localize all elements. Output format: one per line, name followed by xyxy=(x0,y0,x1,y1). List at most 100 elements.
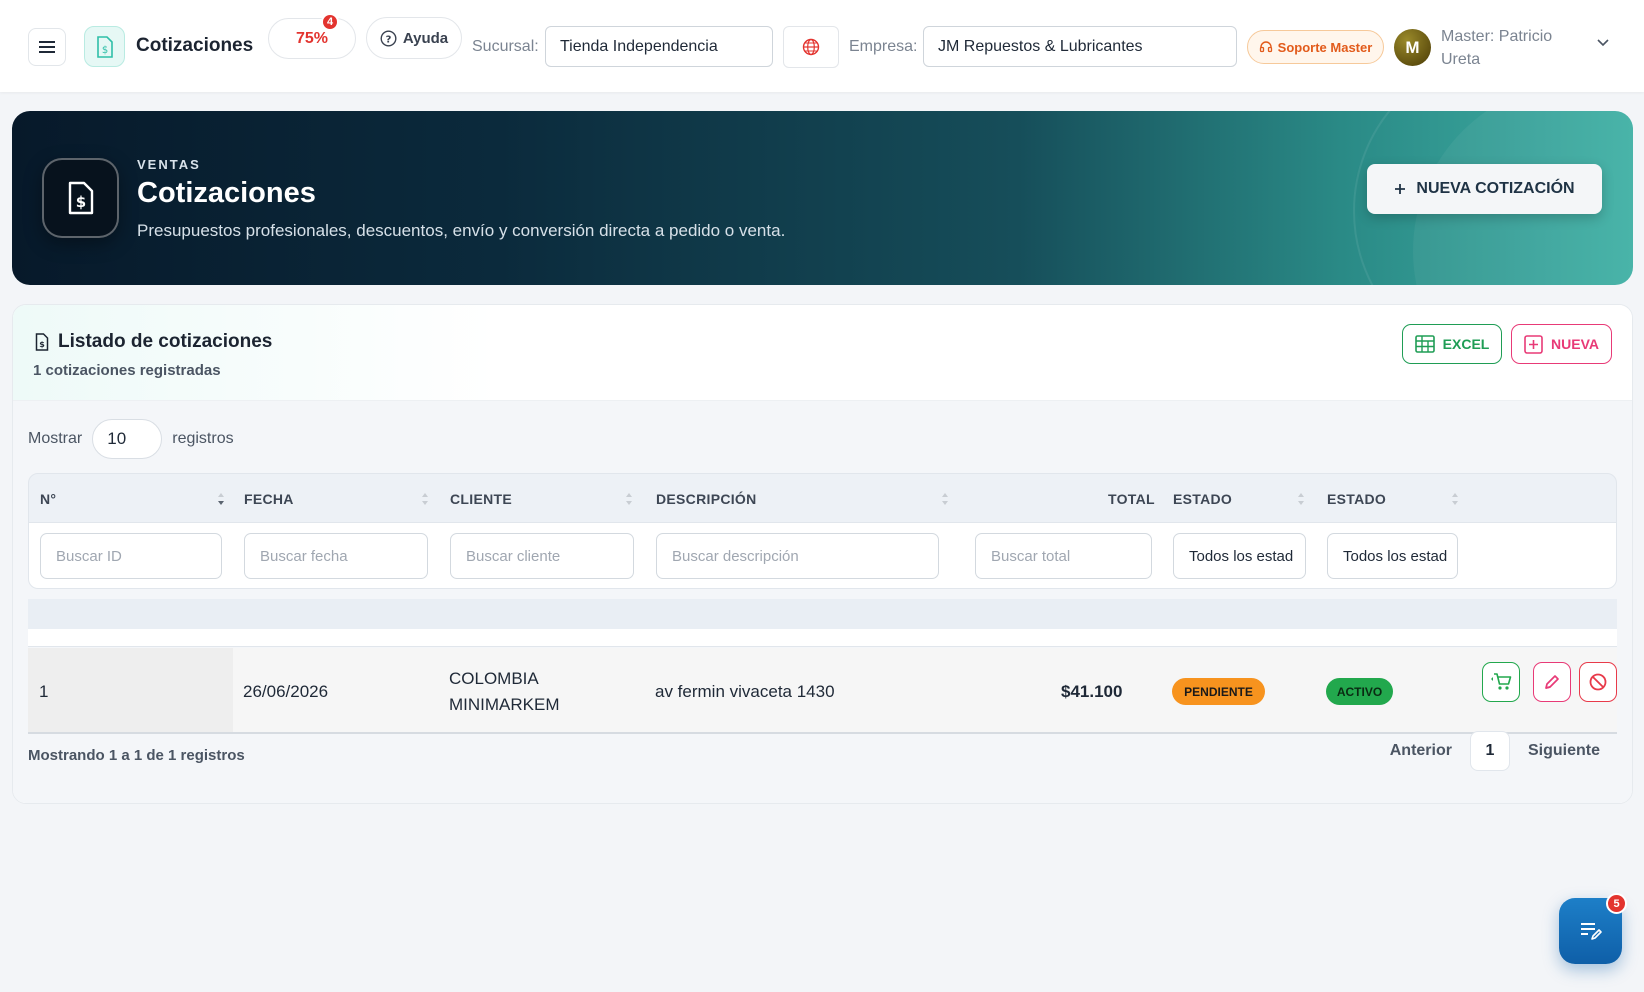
document-dollar-icon: $ xyxy=(35,333,49,351)
empresa-select[interactable]: JM Repuestos & Lubricantes xyxy=(923,26,1237,67)
row-id: 1 xyxy=(39,682,49,701)
column-header-date[interactable]: FECHA xyxy=(244,491,294,507)
user-name[interactable]: Master: Patricio Ureta xyxy=(1441,25,1571,71)
sort-icon[interactable] xyxy=(940,490,950,508)
top-bar: $ Cotizaciones 75% 4 ? Ayuda Sucursal: T… xyxy=(0,0,1644,92)
pencil-icon xyxy=(1545,675,1559,689)
spreadsheet-icon xyxy=(1414,335,1435,353)
language-button[interactable] xyxy=(783,26,839,68)
card-subtitle: 1 cotizaciones registradas xyxy=(33,362,221,379)
filter-state-select[interactable]: Todos los estad xyxy=(1327,533,1458,579)
progress-badge: 4 xyxy=(321,13,339,31)
id-cell xyxy=(28,648,233,732)
help-circle-icon: ? xyxy=(380,29,397,47)
menu-toggle-button[interactable] xyxy=(28,28,66,66)
chevron-down-icon[interactable] xyxy=(1596,38,1610,48)
document-dollar-icon: $ xyxy=(96,35,113,58)
records-label: registros xyxy=(172,430,234,447)
plus-square-icon xyxy=(1524,334,1543,354)
globe-icon xyxy=(802,38,820,56)
table-row[interactable]: 1 26/06/2026 COLOMBIA MINIMARKEM av ferm… xyxy=(28,648,1617,734)
table-header: N° FECHA CLIENTE DESCRIPCIÓN TOTAL ESTAD… xyxy=(28,473,1617,523)
sucursal-label: Sucursal: xyxy=(472,38,539,55)
support-label: Soporte Master xyxy=(1277,39,1373,55)
ban-icon xyxy=(1589,673,1607,691)
help-label: Ayuda xyxy=(402,29,449,47)
quotes-table: N° FECHA CLIENTE DESCRIPCIÓN TOTAL ESTAD… xyxy=(28,473,1617,734)
card-title-group: $ Listado de cotizaciones xyxy=(35,331,272,353)
show-label: Mostrar xyxy=(28,430,83,447)
column-header-total[interactable]: TOTAL xyxy=(1108,491,1155,507)
help-button[interactable]: ? Ayuda xyxy=(366,17,462,59)
filter-description-input[interactable]: Buscar descripción xyxy=(656,533,939,579)
new-button[interactable]: NUEVA xyxy=(1511,324,1612,364)
current-page-button[interactable]: 1 xyxy=(1469,731,1510,771)
cancel-quote-button[interactable] xyxy=(1579,662,1617,702)
progress-value: 75% xyxy=(295,29,329,47)
progress-indicator[interactable]: 75% 4 xyxy=(268,13,356,59)
hero-title: Cotizaciones xyxy=(137,177,316,209)
edit-button[interactable] xyxy=(1533,662,1571,702)
filter-id-input[interactable]: Buscar ID xyxy=(40,533,222,579)
filter-client-input[interactable]: Buscar cliente xyxy=(450,533,634,579)
cart-icon xyxy=(1491,673,1512,690)
row-description: av fermin vivaceta 1430 xyxy=(655,682,835,701)
headset-icon xyxy=(1259,41,1272,53)
excel-label: EXCEL xyxy=(1442,336,1490,352)
sucursal-select[interactable]: Tienda Independencia xyxy=(545,26,773,67)
filter-date-input[interactable]: Buscar fecha xyxy=(244,533,428,579)
table-spacer xyxy=(28,629,1617,647)
empresa-label: Empresa: xyxy=(849,38,918,55)
card-header: $ Listado de cotizaciones 1 cotizaciones… xyxy=(13,305,1632,401)
svg-text:?: ? xyxy=(385,34,391,45)
app-title: Cotizaciones xyxy=(136,35,254,56)
card-title: Listado de cotizaciones xyxy=(58,331,273,352)
column-header-id[interactable]: N° xyxy=(40,491,56,507)
new-quote-label: NUEVA COTIZACIÓN xyxy=(1416,180,1575,197)
sort-icon[interactable] xyxy=(1296,490,1306,508)
filter-total-input[interactable]: Buscar total xyxy=(975,533,1152,579)
nueva-label: NUEVA xyxy=(1551,336,1599,352)
column-header-status[interactable]: ESTADO xyxy=(1173,491,1232,507)
sort-icon[interactable] xyxy=(216,490,226,508)
column-header-description[interactable]: DESCRIPCIÓN xyxy=(656,491,757,507)
column-header-state[interactable]: ESTADO xyxy=(1327,491,1386,507)
column-header-client[interactable]: CLIENTE xyxy=(450,491,512,507)
plus-icon xyxy=(1395,184,1406,194)
row-client-line1: COLOMBIA xyxy=(449,669,539,688)
table-info: Mostrando 1 a 1 de 1 registros xyxy=(28,747,245,764)
filter-status-select[interactable]: Todos los estad xyxy=(1173,533,1306,579)
floating-notes-button[interactable]: 5 xyxy=(1559,893,1627,964)
previous-page-button[interactable]: Anterior xyxy=(1390,742,1452,760)
notes-badge: 5 xyxy=(1606,893,1627,914)
hero-icon: $ xyxy=(42,158,119,238)
hero-banner: $ VENTAS Cotizaciones Presupuestos profe… xyxy=(12,111,1633,285)
app-icon: $ xyxy=(84,26,125,67)
page-length-input[interactable]: 10 xyxy=(92,419,163,459)
menu-icon xyxy=(39,41,55,53)
new-quote-button[interactable]: NUEVA COTIZACIÓN xyxy=(1367,164,1602,214)
avatar[interactable]: M xyxy=(1394,29,1431,66)
sort-icon[interactable] xyxy=(1450,490,1460,508)
svg-text:$: $ xyxy=(75,193,85,211)
state-badge: ACTIVO xyxy=(1326,678,1393,705)
pagination: Anterior 1 Siguiente xyxy=(1390,731,1600,771)
row-date: 26/06/2026 xyxy=(243,682,329,701)
page-length-control: Mostrar 10 registros xyxy=(28,419,234,459)
table-spacer xyxy=(28,599,1617,629)
quotes-card: $ Listado de cotizaciones 1 cotizaciones… xyxy=(12,304,1633,804)
next-page-button[interactable]: Siguiente xyxy=(1528,742,1600,760)
convert-to-sale-button[interactable] xyxy=(1482,662,1520,702)
sort-icon[interactable] xyxy=(624,490,634,508)
sort-icon[interactable] xyxy=(420,490,430,508)
document-dollar-icon: $ xyxy=(68,181,93,215)
export-excel-button[interactable]: EXCEL xyxy=(1402,324,1502,364)
card-body: Mostrar 10 registros N° FECHA CLIENTE DE… xyxy=(13,401,1632,803)
hero-eyebrow: VENTAS xyxy=(137,157,201,172)
filter-row: Buscar ID Buscar fecha Buscar cliente Bu… xyxy=(28,523,1617,589)
row-total: $41.100 xyxy=(1061,682,1123,701)
svg-text:$: $ xyxy=(101,45,107,56)
svg-text:$: $ xyxy=(39,340,45,349)
support-master-button[interactable]: Soporte Master xyxy=(1247,30,1384,64)
notes-edit-icon xyxy=(1580,923,1602,940)
